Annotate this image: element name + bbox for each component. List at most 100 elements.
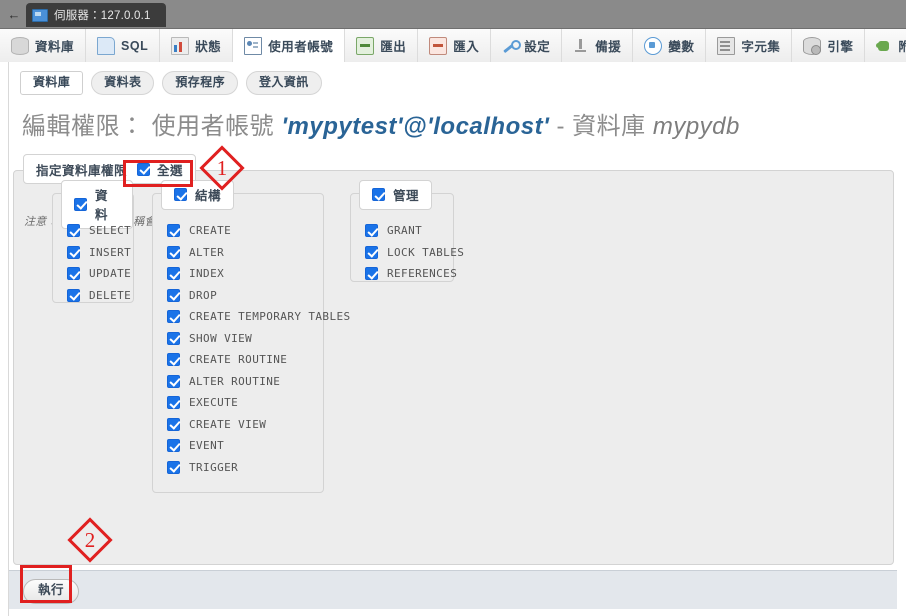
replication-icon: [573, 38, 589, 54]
export-icon: [356, 36, 375, 55]
sub-tab-databases[interactable]: 資料庫: [20, 71, 84, 96]
privilege-checkbox-delete[interactable]: [67, 288, 80, 302]
nav-item-sql[interactable]: SQL: [86, 29, 161, 62]
nav-item-settings[interactable]: 設定: [491, 29, 563, 62]
user-account-icon: [244, 36, 263, 55]
go-button[interactable]: 執行: [23, 579, 80, 604]
privilege-row[interactable]: ALTER ROUTINE: [167, 371, 315, 393]
nav-item-status[interactable]: 狀態: [160, 29, 234, 62]
privilege-label: ALTER: [189, 245, 225, 259]
privilege-checkbox-drop[interactable]: [167, 288, 180, 302]
privilege-label: ALTER ROUTINE: [189, 374, 281, 388]
sql-document-icon: [97, 36, 116, 55]
privilege-group-data: 資料 SELECT INSERT UPDATE DELETE: [52, 180, 134, 303]
page-title-prefix: 編輯權限：: [22, 113, 145, 140]
group-administration-title: 管理: [393, 189, 420, 203]
privilege-row[interactable]: SHOW VIEW: [167, 328, 315, 350]
sub-tab-tables[interactable]: 資料表: [91, 71, 155, 96]
privilege-label: GRANT: [387, 224, 423, 238]
privilege-checkbox-execute[interactable]: [167, 396, 180, 410]
privilege-row[interactable]: CREATE TEMPORARY TABLES: [167, 306, 350, 328]
privilege-row[interactable]: TRIGGER: [167, 457, 315, 479]
privilege-checkbox-alter[interactable]: [167, 245, 180, 259]
privilege-checkbox-alter-routine[interactable]: [167, 374, 180, 388]
privilege-label: EVENT: [189, 439, 225, 453]
privilege-checkbox-create[interactable]: [167, 224, 180, 238]
privilege-checkbox-select[interactable]: [67, 224, 80, 238]
group-data-checkbox[interactable]: [74, 197, 87, 211]
privilege-label: CREATE: [189, 224, 232, 238]
server-icon: [32, 8, 48, 22]
nav-label: 設定: [524, 40, 551, 54]
privilege-checkbox-update[interactable]: [67, 267, 80, 281]
privilege-row[interactable]: ALTER: [167, 242, 315, 264]
privilege-row[interactable]: DELETE: [67, 285, 131, 307]
browser-back-icon[interactable]: ←: [6, 7, 22, 23]
nav-item-export[interactable]: 匯出: [345, 29, 419, 62]
nav-item-engines[interactable]: 引擎: [792, 29, 866, 62]
page-title-user-value: 'mypytest'@'localhost': [281, 113, 550, 140]
privilege-group-structure: 結構 CREATE ALTER INDEX DROP CREATE TEMPOR…: [152, 180, 350, 493]
privilege-row[interactable]: SELECT: [67, 220, 131, 242]
privilege-label: CREATE VIEW: [189, 417, 267, 431]
nav-label: 引擎: [827, 40, 854, 54]
nav-item-user-accounts[interactable]: 使用者帳號: [233, 29, 346, 63]
page-title-user-label: 使用者帳號: [151, 113, 275, 140]
privilege-row[interactable]: EVENT: [167, 435, 315, 457]
privilege-groups: 資料 SELECT INSERT UPDATE DELETE 結構 CREATE…: [14, 171, 895, 566]
privilege-row[interactable]: LOCK TABLES: [365, 242, 464, 264]
nav-item-variables[interactable]: 變數: [633, 29, 707, 62]
privilege-row[interactable]: DROP: [167, 285, 315, 307]
group-structure-title: 結構: [195, 189, 222, 203]
browser-tab-title: 伺服器：127.0.0.1: [54, 10, 151, 22]
charset-icon: [717, 36, 736, 55]
nav-label: 匯入: [453, 40, 480, 54]
group-structure-checkbox[interactable]: [174, 188, 187, 201]
nav-label: 備援: [595, 40, 622, 54]
privilege-checkbox-create-temporary-tables[interactable]: [167, 310, 180, 324]
privilege-row[interactable]: INDEX: [167, 263, 315, 285]
group-administration-legend[interactable]: 管理: [359, 180, 433, 210]
privilege-checkbox-insert[interactable]: [67, 245, 80, 259]
browser-tab[interactable]: 伺服器：127.0.0.1: [26, 3, 166, 27]
privilege-label: LOCK TABLES: [387, 245, 465, 259]
privilege-group-administration: 管理 GRANT LOCK TABLES REFERENCES: [350, 180, 464, 285]
privilege-row[interactable]: REFERENCES: [365, 263, 457, 285]
browser-chrome-bar: ← 伺服器：127.0.0.1: [0, 0, 906, 29]
privilege-checkbox-event[interactable]: [167, 439, 180, 453]
privilege-label: REFERENCES: [387, 267, 458, 281]
nav-item-databases[interactable]: 資料庫: [0, 29, 87, 62]
sub-tab-login-information[interactable]: 登入資訊: [246, 71, 322, 96]
group-data-title: 資料: [95, 189, 109, 222]
privilege-row[interactable]: CREATE VIEW: [167, 414, 315, 436]
privilege-row[interactable]: UPDATE: [67, 263, 131, 285]
privilege-checkbox-create-view[interactable]: [167, 417, 180, 431]
privilege-checkbox-show-view[interactable]: [167, 331, 180, 345]
nav-item-replication[interactable]: 備援: [562, 29, 634, 62]
nav-item-import[interactable]: 匯入: [418, 29, 492, 62]
privilege-checkbox-references[interactable]: [365, 267, 378, 281]
privilege-label: TRIGGER: [189, 460, 239, 474]
group-administration-checkbox[interactable]: [372, 188, 385, 201]
privilege-label: INSERT: [89, 245, 132, 259]
nav-item-charsets[interactable]: 字元集: [706, 29, 793, 62]
privilege-checkbox-trigger[interactable]: [167, 460, 180, 474]
sub-tab-routines[interactable]: 預存程序: [162, 71, 239, 96]
nav-label: 匯出: [380, 40, 407, 54]
privilege-row[interactable]: GRANT: [365, 220, 445, 242]
nav-label: 變數: [668, 40, 695, 54]
nav-label: 資料庫: [35, 40, 75, 54]
group-structure-legend[interactable]: 結構: [161, 180, 235, 210]
nav-label: 附加元件: [898, 40, 906, 54]
privilege-checkbox-create-routine[interactable]: [167, 353, 180, 367]
action-bar: 執行: [9, 570, 897, 609]
privilege-row[interactable]: CREATE: [167, 220, 315, 242]
privilege-row[interactable]: EXECUTE: [167, 392, 315, 414]
privilege-row[interactable]: CREATE ROUTINE: [167, 349, 315, 371]
privilege-checkbox-grant[interactable]: [365, 224, 378, 238]
nav-item-plugins[interactable]: 附加元件: [865, 29, 906, 62]
privilege-checkbox-index[interactable]: [167, 267, 180, 281]
main-navigation: 資料庫 SQL 狀態 使用者帳號 匯出 匯入 設定 備援 變數 字元集 引擎 附: [0, 29, 906, 63]
privilege-row[interactable]: INSERT: [67, 242, 131, 264]
privilege-checkbox-lock-tables[interactable]: [365, 245, 378, 259]
